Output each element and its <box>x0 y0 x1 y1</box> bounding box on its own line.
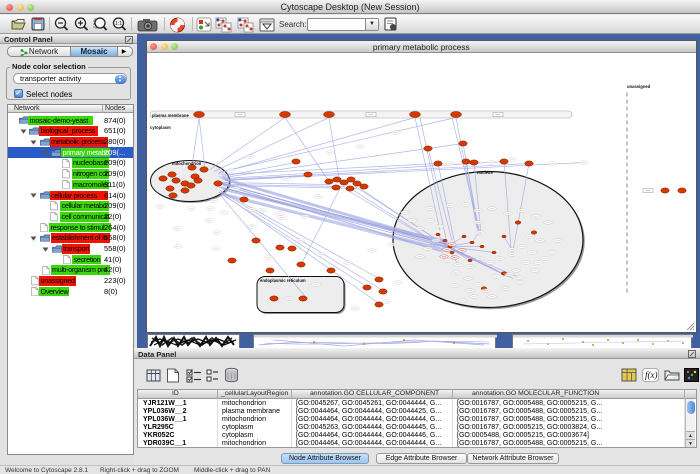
svg-text:mitochondrion: mitochondrion <box>172 161 202 166</box>
svg-text:plasma membrane: plasma membrane <box>152 112 189 117</box>
svg-text:nucleus: nucleus <box>477 170 493 175</box>
svg-text:1:1: 1:1 <box>115 21 122 27</box>
svg-text:cytoplasm: cytoplasm <box>150 125 171 130</box>
svg-text:f(x): f(x) <box>645 370 658 380</box>
svg-text:endoplasmic reticulum: endoplasmic reticulum <box>260 278 306 283</box>
svg-text:unassigned: unassigned <box>627 84 651 89</box>
